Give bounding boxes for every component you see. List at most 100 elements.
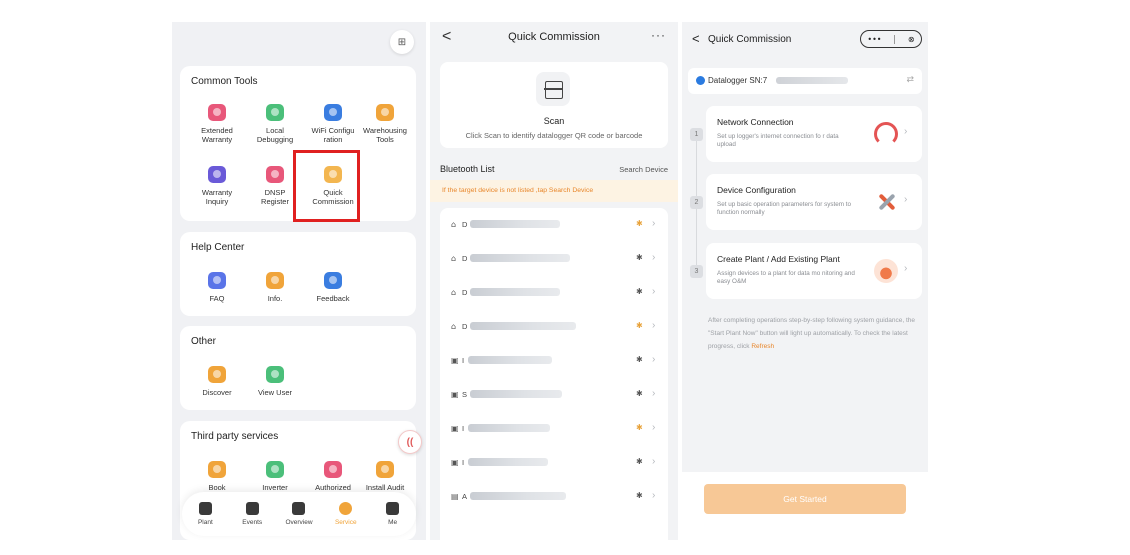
device-router-icon: ▤ <box>451 492 459 501</box>
tool-inverter[interactable]: Inverter <box>247 461 303 492</box>
step-title: Device Configuration <box>717 185 796 195</box>
bottom-action-area: Get Started <box>682 472 928 540</box>
warehouse-box-icon <box>376 104 394 121</box>
tool-label: Info. <box>267 294 283 303</box>
bluetooth-signal-icon: ✱ <box>636 423 643 432</box>
list-item[interactable]: ⌂ D ✱ › <box>440 208 668 242</box>
datalogger-icon <box>696 76 705 85</box>
customer-service-icon[interactable]: (( <box>398 430 422 454</box>
tool-wifi-configuration[interactable]: WiFi Configu ration <box>305 104 361 144</box>
events-icon <box>245 502 259 515</box>
info-doc-icon <box>266 272 284 289</box>
bluetooth-list-title: Bluetooth List <box>440 164 495 174</box>
scan-card[interactable]: Scan Click Scan to identify datalogger Q… <box>440 62 668 148</box>
feedback-chat-icon <box>324 272 342 289</box>
step-device-configuration[interactable]: Device Configuration Set up basic operat… <box>706 174 922 230</box>
tool-warranty-inquiry[interactable]: Warranty Inquiry <box>189 166 245 206</box>
device-lock-icon: ⌂ <box>451 220 457 229</box>
step-network-connection[interactable]: Network Connection Set up logger's inter… <box>706 106 922 162</box>
tab-overview[interactable]: Overview <box>279 502 319 526</box>
tool-extended-warranty[interactable]: Extended Warranty <box>189 104 245 144</box>
step-create-plant[interactable]: Create Plant / Add Existing Plant Assign… <box>706 243 922 299</box>
chevron-right-icon: › <box>652 252 656 263</box>
tool-label: Warranty Inquiry <box>201 188 233 206</box>
refresh-link[interactable]: Refresh <box>751 343 774 350</box>
view-user-icon <box>266 366 284 383</box>
list-item[interactable]: ▣ I ✱ › <box>440 412 668 446</box>
tool-feedback[interactable]: Feedback <box>305 272 361 303</box>
datalogger-sn-blurred <box>776 77 848 84</box>
tool-warehousing-tools[interactable]: Warehousing Tools <box>357 104 413 144</box>
tab-events[interactable]: Events <box>232 502 272 526</box>
help-center-card: Help Center FAQ Info. Feedback <box>180 232 416 316</box>
guidance-text: After completing operations step-by-step… <box>708 314 918 353</box>
screen: ⊞ Common Tools Extended Warranty Local D… <box>0 0 1130 555</box>
datalogger-bar[interactable]: Datalogger SN:7 ⇄ <box>688 68 922 94</box>
device-name-prefix: I <box>462 458 465 467</box>
bluetooth-signal-icon: ✱ <box>636 253 643 262</box>
bluetooth-signal-icon: ✱ <box>636 355 643 364</box>
back-icon[interactable]: < <box>692 31 700 46</box>
device-name-blurred <box>468 424 550 432</box>
page-title: Quick Commission <box>708 34 792 45</box>
more-icon[interactable]: ··· <box>651 28 666 42</box>
book-icon <box>208 461 226 478</box>
list-item[interactable]: ▣ I ✱ › <box>440 446 668 480</box>
device-name-blurred <box>470 288 560 296</box>
debug-chart-icon <box>266 104 284 121</box>
chevron-right-icon: › <box>904 194 908 205</box>
wifi-cloud-icon <box>324 104 342 121</box>
tool-label: Discover <box>202 388 232 397</box>
tool-view-user[interactable]: View User <box>247 366 303 397</box>
close-icon[interactable]: ⊗ <box>908 35 915 44</box>
service-icon <box>339 502 353 515</box>
list-item[interactable]: ⌂ D ✱ › <box>440 276 668 310</box>
list-item[interactable]: ⌂ D ✱ › <box>440 310 668 344</box>
tool-info[interactable]: Info. <box>247 272 303 303</box>
tool-local-debugging[interactable]: Local Debugging <box>247 104 303 144</box>
step-title: Network Connection <box>717 117 794 127</box>
device-box-icon: ▣ <box>451 458 459 467</box>
swap-icon[interactable]: ⇄ <box>906 75 914 85</box>
tool-label: Local Debugging <box>256 126 294 144</box>
tab-service[interactable]: Service <box>326 502 366 526</box>
tool-authorized[interactable]: Authorized <box>305 461 361 492</box>
tool-faq[interactable]: FAQ <box>189 272 245 303</box>
inverter-icon <box>266 461 284 478</box>
scan-description: Click Scan to identify datalogger QR cod… <box>465 131 643 140</box>
list-item[interactable]: ▣ S ✱ › <box>440 378 668 412</box>
device-name-prefix: A <box>462 492 468 501</box>
bluetooth-signal-icon: ✱ <box>636 457 643 466</box>
chevron-right-icon: › <box>904 126 908 137</box>
list-item[interactable]: ▤ A ✱ › <box>440 480 668 514</box>
chevron-right-icon: › <box>652 422 656 433</box>
tool-label: View User <box>257 388 293 397</box>
tool-discover[interactable]: Discover <box>189 366 245 397</box>
tab-label: Events <box>242 519 263 526</box>
tab-label: Overview <box>285 519 313 526</box>
authorized-badge-icon <box>324 461 342 478</box>
tool-install-audit[interactable]: Install Audit <box>357 461 413 492</box>
scan-qr-icon[interactable] <box>536 72 570 106</box>
device-name-prefix: D <box>462 254 468 263</box>
chevron-right-icon: › <box>652 456 656 467</box>
tool-book[interactable]: Book <box>189 461 245 492</box>
tab-me[interactable]: Me <box>373 502 413 526</box>
tool-label: Install Audit <box>365 483 405 492</box>
device-name-blurred <box>470 322 576 330</box>
tool-label: Authorized <box>315 483 351 492</box>
grid-menu-icon[interactable]: ⊞ <box>390 30 414 54</box>
help-center-title: Help Center <box>191 242 245 253</box>
step-number: 3 <box>690 265 703 278</box>
list-item[interactable]: ▣ I ✱ › <box>440 344 668 378</box>
device-name-prefix: D <box>462 288 468 297</box>
tool-label: Book <box>208 483 226 492</box>
list-item[interactable]: ⌂ D ✱ › <box>440 242 668 276</box>
tab-plant[interactable]: Plant <box>185 502 225 526</box>
bluetooth-signal-icon: ✱ <box>636 491 643 500</box>
device-lock-icon: ⌂ <box>451 254 457 263</box>
get-started-button[interactable]: Get Started <box>704 484 906 514</box>
search-device-link[interactable]: Search Device <box>619 165 668 174</box>
config-tools-icon <box>874 190 898 214</box>
more-icon[interactable]: ••• <box>867 35 881 44</box>
